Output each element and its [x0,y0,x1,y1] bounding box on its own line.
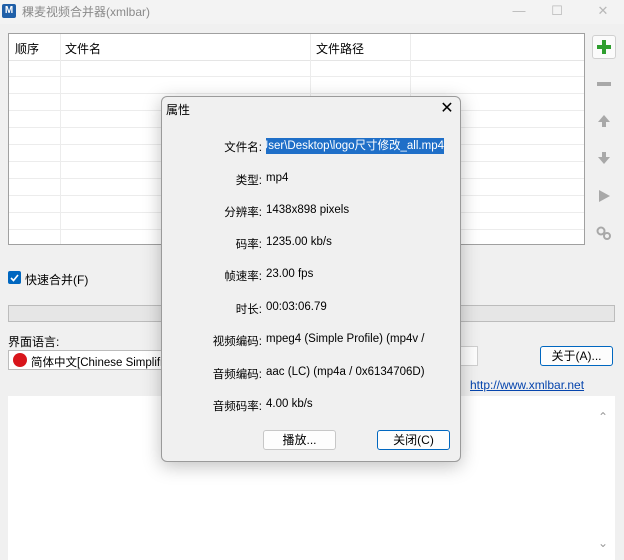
audio-codec-label: 音频编码: [212,369,262,381]
settings-button[interactable] [592,221,616,245]
minimize-button[interactable]: — [504,2,534,20]
website-link[interactable]: http://www.xmlbar.net [470,378,584,392]
window-title: 稞麦视频合并器(xmlbar) [22,5,150,19]
remove-button[interactable] [592,72,616,96]
language-select[interactable]: 简体中文[Chinese Simplified] [8,350,166,370]
language-selected: 简体中文[Chinese Simplified] [31,357,165,369]
maximize-button[interactable]: ☐ [542,2,572,20]
play-button[interactable] [592,184,616,208]
audio-codec-value: aac (LC) (mp4a / 0x6134706D) [266,366,425,378]
add-button[interactable] [592,35,616,59]
remove-icon [597,82,611,86]
move-up-icon [598,115,610,127]
column-filename[interactable]: 文件名 [65,40,101,57]
column-filepath[interactable]: 文件路径 [316,40,364,57]
add-icon [597,40,611,54]
duration-value: 00:03:06.79 [266,301,327,313]
list-header: 顺序 文件名 文件路径 [9,34,584,61]
type-label: 类型: [235,175,262,187]
bitrate-value: 1235.00 kb/s [266,236,332,248]
close-window-button[interactable]: ✕ [588,2,618,20]
video-codec-label: 视频编码: [212,336,262,348]
title-bar: M 稞麦视频合并器(xmlbar) — ☐ ✕ [0,0,624,24]
framerate-label: 帧速率: [224,271,262,283]
dialog-close-icon[interactable]: ✕ [435,98,459,120]
china-flag-icon [13,353,27,367]
row-divider [9,76,584,77]
column-order[interactable]: 顺序 [15,40,39,57]
video-codec-value: mpeg4 (Simple Profile) (mp4v / [266,333,425,345]
row-divider [9,93,584,94]
language-label: 界面语言: [8,335,60,349]
type-value: mp4 [266,172,289,184]
filename-field[interactable]: C:\Users\User\Desktop\logo尺寸修改_all.mp4 [266,138,444,154]
about-button[interactable]: 关于(A)... [540,346,613,366]
properties-dialog: 属性 ✕ 文件名: C:\Users\User\Desktop\logo尺寸修改… [161,96,461,462]
play-icon [599,190,610,202]
dialog-close-button[interactable]: 关闭(C) [377,430,450,450]
resolution-value: 1438x898 pixels [266,204,350,216]
filename-label: 文件名: [224,142,262,154]
move-down-button[interactable] [592,146,616,170]
audio-bitrate-label: 音频码率: [212,401,262,413]
move-down-icon [598,152,610,164]
bitrate-label: 码率: [235,239,262,251]
fast-merge-checkbox[interactable] [8,271,21,284]
resolution-label: 分辨率: [224,207,262,219]
move-up-button[interactable] [592,109,616,133]
settings-icon [596,226,611,240]
scroll-up-icon[interactable]: ⌃ [598,410,608,424]
fast-merge-label[interactable]: 快速合并(F) [25,271,88,288]
hidden-button[interactable] [458,346,478,366]
framerate-value: 23.00 fps [266,268,314,280]
app-icon: M [2,4,16,18]
duration-label: 时长: [235,304,262,316]
scroll-down-icon[interactable]: ⌄ [598,536,608,550]
play-file-button[interactable]: 播放... [263,430,336,450]
audio-bitrate-value: 4.00 kb/s [266,398,313,410]
dialog-title: 属性 [166,103,191,117]
checkmark-icon [10,274,19,282]
